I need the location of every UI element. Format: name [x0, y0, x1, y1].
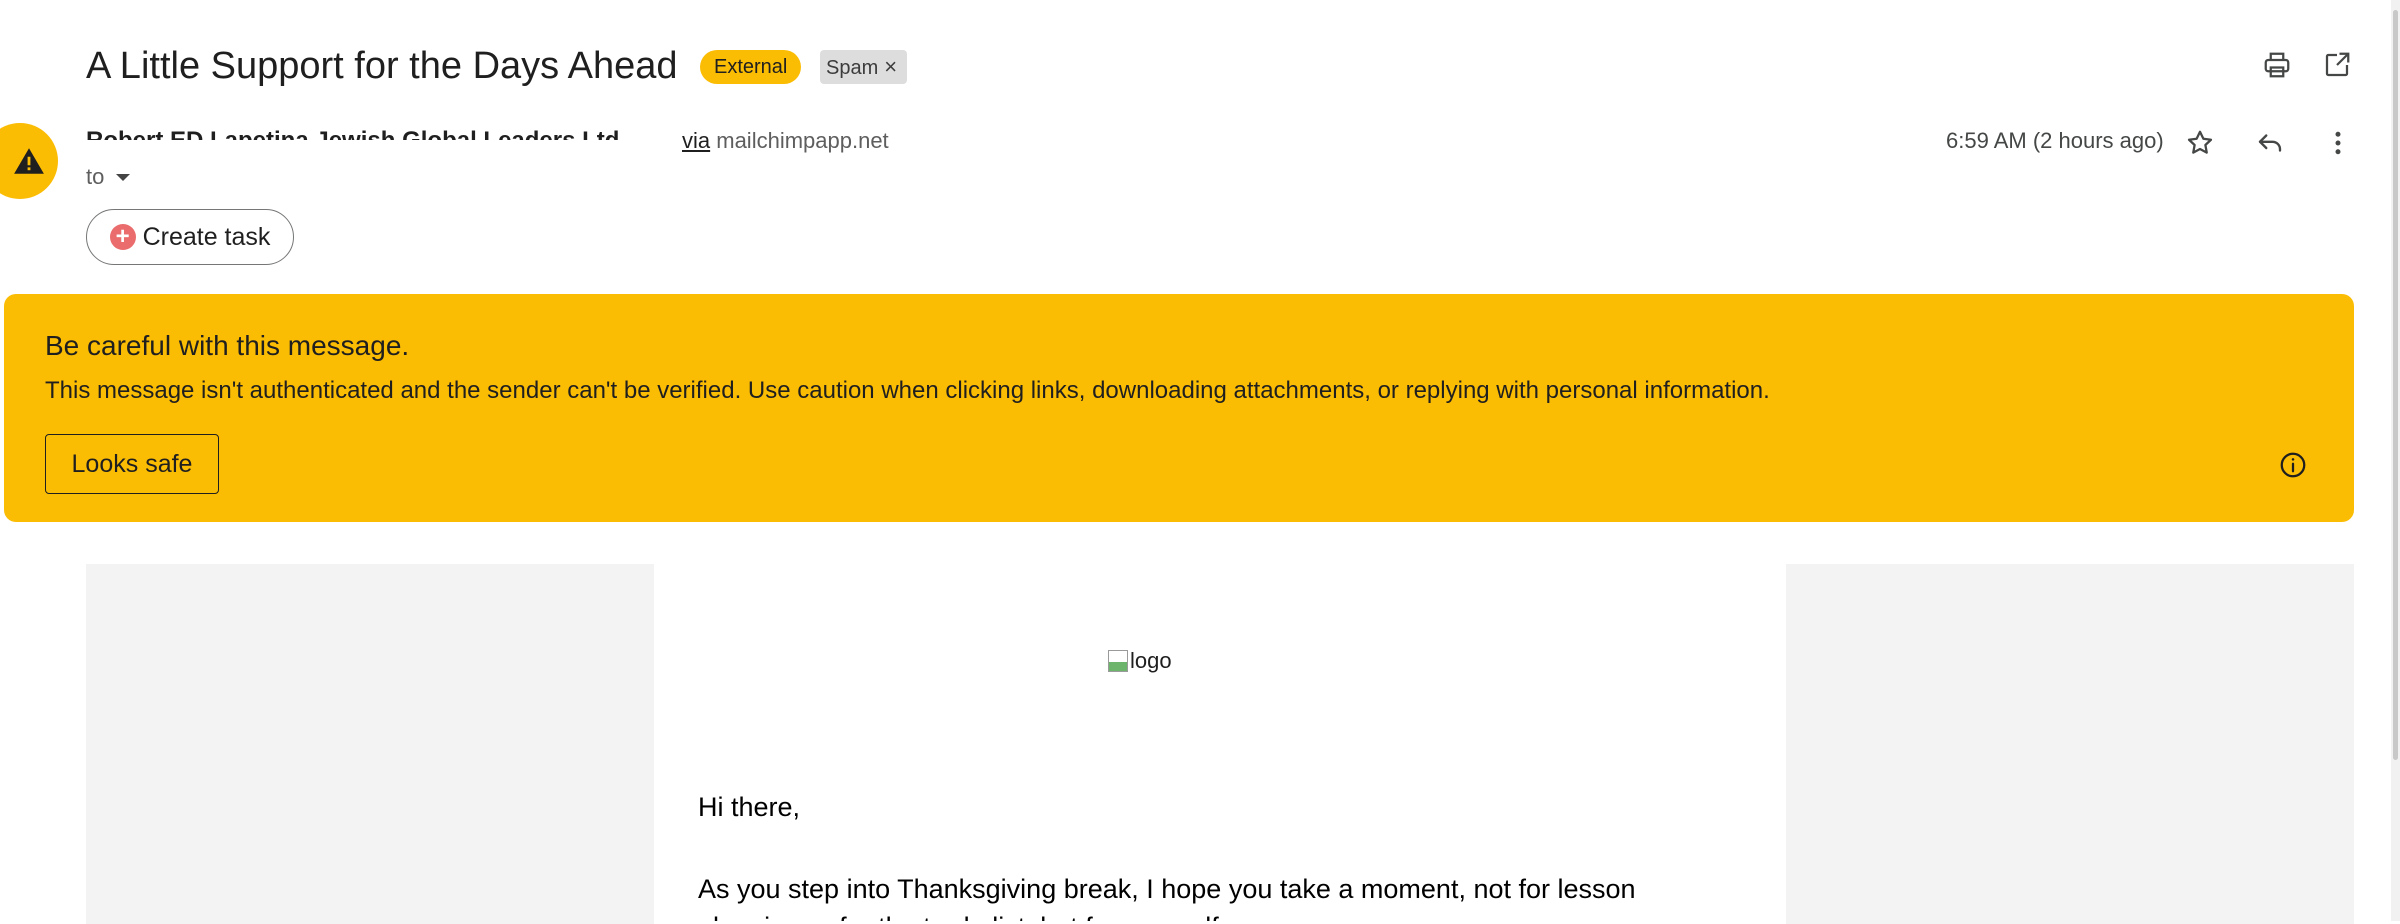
warning-title: Be careful with this message. — [45, 330, 410, 361]
sender-avatar — [0, 123, 58, 199]
info-icon[interactable] — [2271, 443, 2315, 487]
spam-label-text: Spam — [826, 57, 879, 79]
chevron-down-icon[interactable] — [116, 173, 131, 181]
reply-icon[interactable] — [2248, 121, 2292, 165]
email-paragraph: As you step into Thanksgiving break, I h… — [698, 874, 1636, 904]
warning-icon — [14, 148, 44, 174]
email-paragraph-continued: planning or for the to-do list, but for … — [698, 910, 1219, 921]
warning-text: This message isn't authenticated and the… — [45, 377, 1770, 404]
create-task-label: Create task — [142, 222, 271, 251]
recipient-details[interactable]: to — [86, 164, 131, 190]
scrollbar-thumb[interactable] — [2393, 10, 2398, 760]
email-body-content — [654, 564, 1786, 924]
recipient-prefix: to — [86, 164, 105, 189]
sender-via: via mailchimpapp.net — [682, 128, 889, 154]
spam-label[interactable]: Spam × — [820, 50, 908, 84]
email-greeting: Hi there, — [698, 792, 801, 822]
star-icon[interactable] — [2178, 121, 2222, 165]
looks-safe-button[interactable]: Looks safe — [45, 434, 219, 494]
add-task-icon: + — [109, 224, 136, 250]
email-logo-image: logo — [1108, 648, 1172, 674]
more-vert-icon[interactable] — [2316, 121, 2360, 165]
warning-banner — [4, 294, 2354, 522]
external-label[interactable]: External — [700, 50, 802, 84]
logo-alt-text: logo — [1130, 648, 1172, 673]
email-timestamp: 6:59 AM (2 hours ago) — [1946, 128, 2164, 153]
email-body-margin-left — [86, 564, 654, 924]
via-domain: mailchimpapp.net — [716, 128, 889, 153]
sender-name[interactable]: Robert ED Lapetina Jewish Global Leaders… — [86, 124, 619, 140]
create-task-button[interactable]: + Create task — [86, 209, 294, 265]
email-body-margin-right — [1786, 564, 2354, 924]
remove-label-icon[interactable]: × — [884, 54, 897, 79]
open-in-new-window-icon[interactable] — [2315, 43, 2359, 87]
email-subject: A Little Support for the Days Ahead — [86, 45, 678, 87]
broken-image-icon — [1108, 650, 1128, 672]
via-link[interactable]: via — [682, 128, 710, 153]
print-icon[interactable] — [2255, 43, 2299, 87]
